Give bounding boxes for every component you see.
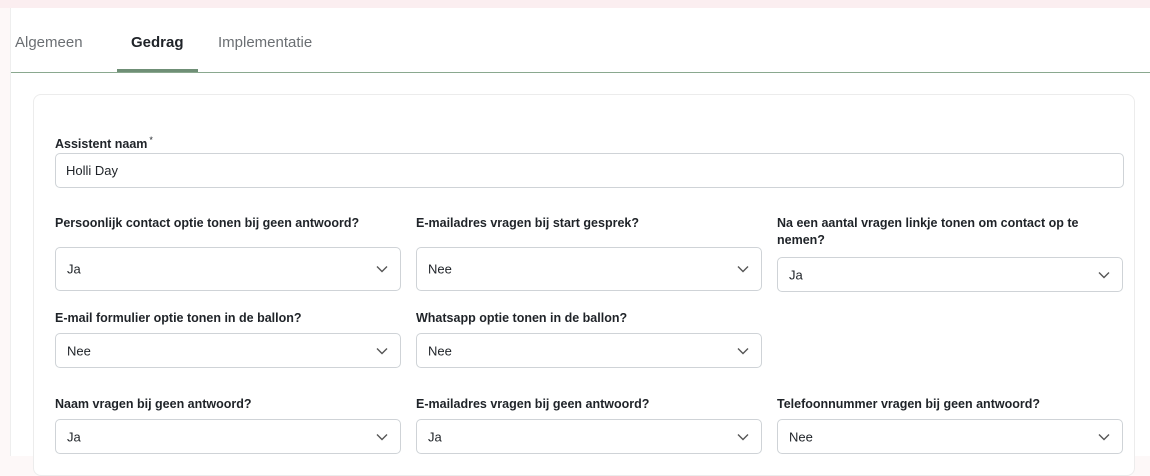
select-ask-email[interactable]: Ja bbox=[416, 419, 762, 454]
assistant-name-label-text: Assistent naam bbox=[55, 137, 148, 152]
field-label-ask-name: Naam vragen bij geen antwoord? bbox=[55, 397, 252, 411]
chevron-down-icon bbox=[376, 266, 388, 273]
select-email-start[interactable]: Nee bbox=[416, 247, 762, 291]
chevron-down-icon bbox=[1098, 433, 1110, 440]
select-ask-name[interactable]: Ja bbox=[55, 419, 401, 454]
select-personal-contact[interactable]: Ja bbox=[55, 247, 401, 291]
field-label-contact-link: Na een aantal vragen linkje tonen om con… bbox=[777, 216, 1079, 247]
chevron-down-icon bbox=[1098, 271, 1110, 278]
tab-implementatie[interactable]: Implementatie bbox=[218, 34, 312, 51]
top-strip bbox=[0, 0, 1150, 8]
select-ask-phone[interactable]: Nee bbox=[777, 419, 1123, 454]
select-whatsapp[interactable]: Nee bbox=[416, 333, 762, 368]
tab-algemeen[interactable]: Algemeen bbox=[15, 34, 83, 51]
select-value: Ja bbox=[789, 267, 803, 282]
settings-panel: Algemeen Gedrag Implementatie Assistent … bbox=[10, 8, 1150, 476]
field-label-personal-contact: Persoonlijk contact optie tonen bij geen… bbox=[55, 216, 360, 230]
chevron-down-icon bbox=[376, 347, 388, 354]
select-contact-link[interactable]: Ja bbox=[777, 257, 1123, 292]
field-label-email-form: E-mail formulier optie tonen in de ballo… bbox=[55, 311, 302, 325]
chevron-down-icon bbox=[737, 266, 749, 273]
tab-bar: Algemeen Gedrag Implementatie bbox=[11, 8, 1150, 73]
select-value: Ja bbox=[67, 261, 81, 277]
select-email-form[interactable]: Nee bbox=[55, 333, 401, 368]
active-tab-indicator bbox=[117, 69, 198, 72]
assistant-name-input[interactable] bbox=[55, 153, 1124, 188]
field-label-ask-email: E-mailadres vragen bij geen antwoord? bbox=[416, 397, 650, 411]
select-value: Ja bbox=[428, 429, 442, 444]
select-value: Nee bbox=[789, 429, 813, 444]
select-value: Ja bbox=[67, 429, 81, 444]
select-value: Nee bbox=[428, 343, 452, 358]
tab-gedrag[interactable]: Gedrag bbox=[131, 34, 184, 51]
field-label-ask-phone: Telefoonnummer vragen bij geen antwoord? bbox=[777, 397, 1040, 411]
select-value: Nee bbox=[428, 261, 452, 277]
select-value: Nee bbox=[67, 343, 91, 358]
required-mark: * bbox=[149, 135, 153, 145]
chevron-down-icon bbox=[376, 433, 388, 440]
field-label-whatsapp: Whatsapp optie tonen in de ballon? bbox=[416, 311, 628, 325]
chevron-down-icon bbox=[737, 347, 749, 354]
behavior-form-card: Assistent naam* Persoonlijk contact opti… bbox=[33, 94, 1135, 476]
field-label-email-start: E-mailadres vragen bij start gesprek? bbox=[416, 216, 640, 230]
chevron-down-icon bbox=[737, 433, 749, 440]
assistant-name-label: Assistent naam * bbox=[55, 132, 153, 153]
